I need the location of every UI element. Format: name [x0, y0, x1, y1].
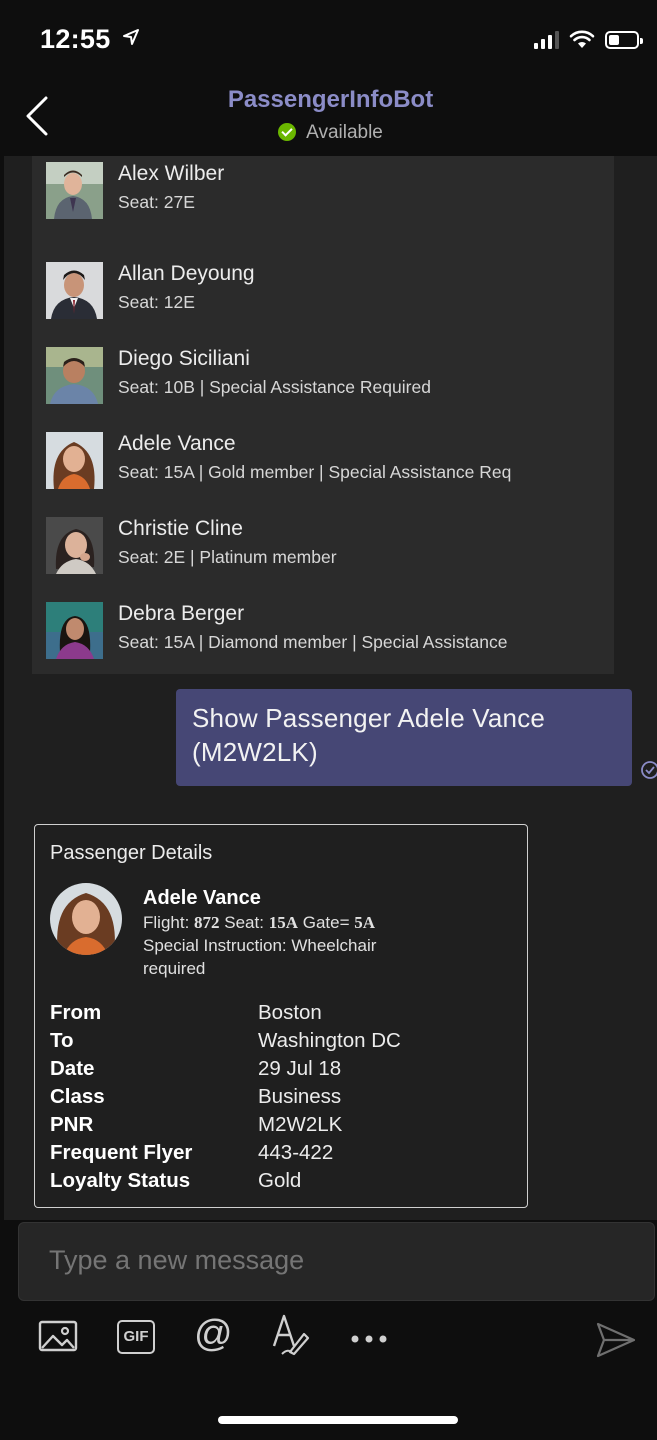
passenger-name: Debra Berger [118, 602, 245, 625]
sent-message-bubble[interactable]: Show Passenger Adele Vance (M2W2LK) [176, 689, 632, 786]
passenger-list-item[interactable]: Christie Cline Seat: 2E | Platinum membe… [46, 517, 606, 577]
passenger-name: Diego Siciliani [118, 347, 250, 370]
fact-value: 29 Jul 18 [258, 1057, 342, 1080]
status-bar: 12:55 [4, 0, 657, 80]
composer-toolbar: GIF @ [4, 1310, 657, 1370]
avatar [46, 162, 103, 219]
format-text-icon[interactable] [270, 1312, 312, 1356]
gif-button[interactable]: GIF [117, 1320, 155, 1354]
avatar [46, 262, 103, 319]
cellular-signal-icon [534, 31, 559, 49]
sent-message-line: (M2W2LK) [192, 737, 318, 767]
more-options-icon[interactable] [350, 1334, 388, 1344]
avatar [46, 432, 103, 489]
passenger-detail: Seat: 10B | Special Assistance Required [118, 377, 431, 397]
passenger-list-item[interactable]: Alex Wilber Seat: 27E [46, 162, 606, 222]
fact-key: Loyalty Status [50, 1169, 191, 1192]
passenger-list-item[interactable]: Allan Deyoung Seat: 12E [46, 262, 606, 322]
passenger-name: Allan Deyoung [118, 262, 255, 285]
send-icon[interactable] [596, 1322, 636, 1358]
home-indicator[interactable] [218, 1416, 458, 1424]
passenger-detail: Seat: 15A | Diamond member | Special Ass… [118, 632, 508, 652]
fact-value: Boston [258, 1001, 322, 1024]
fact-key: Class [50, 1085, 105, 1108]
passenger-detail: Seat: 15A | Gold member | Special Assist… [118, 462, 512, 482]
avatar [46, 602, 103, 659]
fact-key: Date [50, 1057, 95, 1080]
fact-value: M2W2LK [258, 1113, 343, 1136]
fact-key: Frequent Flyer [50, 1141, 193, 1164]
chat-thread[interactable]: Alex Wilber Seat: 27E Allan Deyoung Seat… [4, 156, 657, 1220]
avatar [50, 883, 122, 955]
status-indicators [534, 30, 643, 50]
read-receipt-check-icon [641, 761, 657, 779]
fact-key: To [50, 1029, 74, 1052]
passenger-name: Alex Wilber [118, 162, 225, 185]
passenger-name: Adele Vance [118, 432, 236, 455]
available-check-icon [278, 123, 297, 141]
message-input[interactable] [49, 1245, 609, 1276]
card-title: Passenger Details [50, 842, 213, 864]
passenger-name: Adele Vance [143, 887, 261, 909]
presence-status: Available [4, 122, 657, 144]
passenger-detail: Seat: 27E [118, 192, 195, 212]
chat-header: PassengerInfoBot Available [4, 80, 657, 156]
status-time: 12:55 [40, 24, 111, 54]
passenger-detail: Seat: 2E | Platinum member [118, 547, 337, 567]
fact-value: Washington DC [258, 1029, 401, 1052]
passenger-list-item[interactable]: Diego Siciliani Seat: 10B | Special Assi… [46, 347, 606, 407]
avatar [46, 517, 103, 574]
passenger-list-card: Alex Wilber Seat: 27E Allan Deyoung Seat… [32, 156, 614, 674]
battery-icon [605, 31, 643, 49]
avatar [46, 347, 103, 404]
passenger-detail: Seat: 12E [118, 292, 195, 312]
fact-key: PNR [50, 1113, 94, 1136]
message-composer[interactable] [18, 1222, 655, 1301]
mention-button[interactable]: @ [194, 1314, 233, 1354]
passenger-name: Christie Cline [118, 517, 243, 540]
fact-value: Gold [258, 1169, 302, 1192]
wifi-icon [569, 30, 595, 48]
image-icon[interactable] [38, 1318, 78, 1354]
bot-name-title[interactable]: PassengerInfoBot [4, 86, 657, 114]
special-instruction: Special Instruction: Wheelchair [143, 936, 377, 955]
passenger-list-item[interactable]: Debra Berger Seat: 15A | Diamond member … [46, 602, 606, 662]
flight-info: Flight: 872 Seat: 15A Gate= 5A [143, 913, 376, 932]
presence-label: Available [306, 122, 383, 143]
app-frame: 12:55 PassengerInfoBot Available Alex Wi… [4, 0, 657, 1440]
location-arrow-icon [123, 29, 139, 45]
sent-message-line: Show Passenger Adele Vance [192, 703, 546, 733]
passenger-details-card: Passenger Details Adele Vance Flight: 87… [34, 824, 528, 1208]
special-instruction-cont: required [143, 959, 206, 978]
fact-value: Business [258, 1085, 342, 1108]
fact-key: From [50, 1001, 102, 1024]
fact-value: 443-422 [258, 1141, 334, 1164]
passenger-list-item[interactable]: Adele Vance Seat: 15A | Gold member | Sp… [46, 432, 606, 492]
